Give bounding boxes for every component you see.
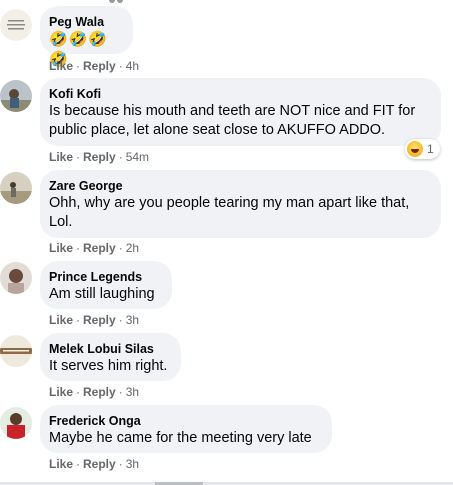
reaction-count: 1 xyxy=(427,142,434,156)
haha-reaction-icon xyxy=(407,141,423,157)
avatar-person-icon xyxy=(0,407,32,439)
reply-button[interactable]: Reply xyxy=(83,457,116,471)
reply-button[interactable]: Reply xyxy=(83,59,116,73)
avatar-person-icon xyxy=(0,262,32,294)
comment-bubble: Zare George Ohh, why are you people tear… xyxy=(40,170,441,238)
comment-time[interactable]: 4h xyxy=(126,59,139,73)
comment-author[interactable]: Peg Wala xyxy=(49,14,121,30)
comment-bubble: Frederick Onga Maybe he came for the mee… xyxy=(40,405,332,453)
avatar-logo-icon xyxy=(0,335,32,367)
avatar-person-icon xyxy=(0,172,32,204)
avatar-text-icon xyxy=(0,9,32,41)
comment-author[interactable]: Frederick Onga xyxy=(49,413,320,429)
avatar[interactable] xyxy=(0,172,32,204)
avatar[interactable] xyxy=(0,9,32,41)
comment-author[interactable]: Prince Legends xyxy=(49,269,160,285)
like-button[interactable]: Like xyxy=(49,59,73,73)
comment-actions: Like · Reply · 3h xyxy=(49,457,140,471)
avatar[interactable] xyxy=(0,262,32,294)
reply-button[interactable]: Reply xyxy=(83,313,116,327)
like-button[interactable]: Like xyxy=(49,150,73,164)
like-button[interactable]: Like xyxy=(49,241,73,255)
reply-button[interactable]: Reply xyxy=(83,150,116,164)
comment-actions: Like · Reply · 4h xyxy=(49,59,140,73)
comment-bubble: Kofi Kofi Is because his mouth and teeth… xyxy=(40,78,441,146)
reaction-summary[interactable]: 1 xyxy=(405,139,440,159)
avatar[interactable] xyxy=(0,80,32,112)
comment-time[interactable]: 54m xyxy=(126,150,149,164)
comment-author[interactable]: Melek Lobui Silas xyxy=(49,341,169,357)
comment-bubble: Melek Lobui Silas It serves him right. xyxy=(40,333,181,381)
comment-time[interactable]: 3h xyxy=(126,457,139,471)
comment-text: Ohh, why are you people tearing my man a… xyxy=(49,195,410,230)
avatar[interactable] xyxy=(0,407,32,439)
comment-text: It serves him right. xyxy=(49,358,168,374)
comment-bubble: Peg Wala 🤣🤣🤣🤣 xyxy=(40,6,133,68)
comment-time[interactable]: 2h xyxy=(126,241,139,255)
comment-text: Is because his mouth and teeth are NOT n… xyxy=(49,103,416,138)
like-button[interactable]: Like xyxy=(49,313,73,327)
like-button[interactable]: Like xyxy=(49,457,73,471)
comment-actions: Like · Reply · 2h xyxy=(49,241,140,255)
comment-text: Am still laughing xyxy=(49,286,155,302)
comment-author[interactable]: Kofi Kofi xyxy=(49,86,429,102)
comment-time[interactable]: 3h xyxy=(126,385,139,399)
comment-actions: Like · Reply · 54m xyxy=(49,150,150,164)
comment-bubble: Prince Legends Am still laughing xyxy=(40,261,172,309)
reply-button[interactable]: Reply xyxy=(83,241,116,255)
avatar[interactable] xyxy=(0,335,32,367)
like-button[interactable]: Like xyxy=(49,385,73,399)
comment-actions: Like · Reply · 3h xyxy=(49,313,140,327)
avatar-person-icon xyxy=(0,80,32,112)
previous-comment-fragment xyxy=(109,0,123,3)
comment-author[interactable]: Zare George xyxy=(49,178,429,194)
comment-text: Maybe he came for the meeting very late xyxy=(49,430,312,446)
comment-time[interactable]: 3h xyxy=(126,313,139,327)
reply-button[interactable]: Reply xyxy=(83,385,116,399)
comment-actions: Like · Reply · 3h xyxy=(49,385,140,399)
